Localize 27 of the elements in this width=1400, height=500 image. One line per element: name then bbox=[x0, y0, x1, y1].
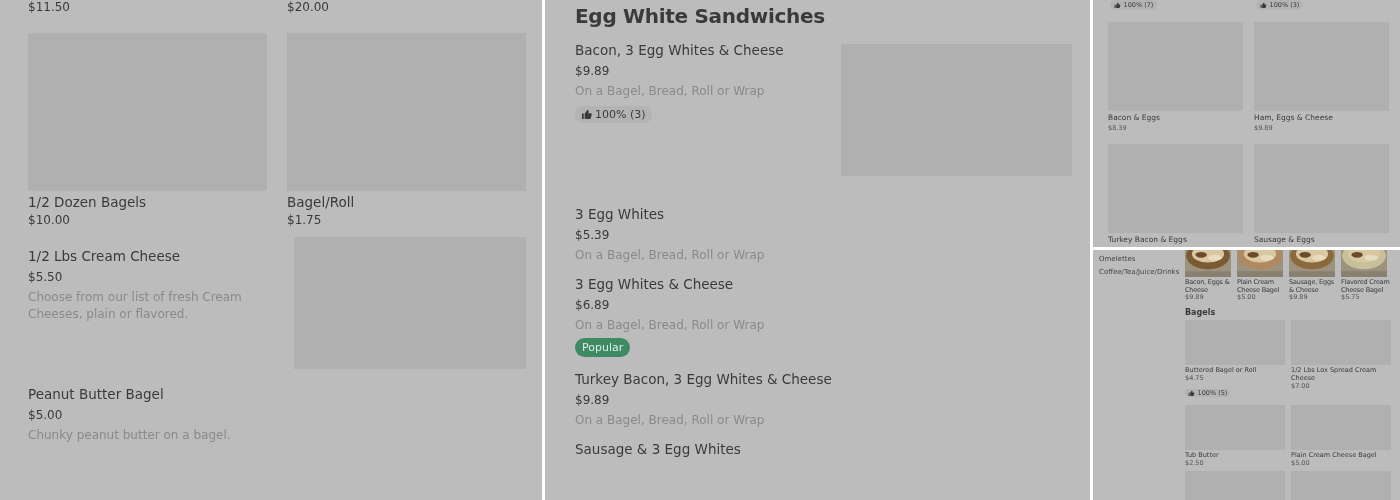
item-price: $5.00 bbox=[28, 408, 64, 422]
item-price: $6.89 bbox=[575, 298, 611, 312]
item-name: 1/2 Dozen Bagels bbox=[28, 194, 148, 210]
thumbs-up-icon bbox=[581, 109, 592, 120]
section-heading: Bagels bbox=[1185, 307, 1217, 317]
popular-badge: Popular bbox=[575, 338, 631, 357]
item-name: Turkey Bacon, 3 Egg Whites & Cheese bbox=[575, 371, 832, 387]
item-name: Bacon, 3 Egg Whites & Cheese bbox=[575, 42, 784, 58]
thumbs-up-icon bbox=[1260, 1, 1267, 9]
item-price: $5.50 bbox=[28, 270, 64, 284]
item-name: Bagel/Roll bbox=[287, 194, 356, 210]
item-name: 3 Egg Whites bbox=[575, 206, 666, 222]
item-price: $10.00 bbox=[28, 213, 71, 227]
item-name: Sausage & 3 Egg Whites bbox=[575, 441, 741, 457]
item-price: $9.89 bbox=[575, 64, 611, 78]
item-price: $5.39 bbox=[575, 228, 611, 242]
rating-badge: 100% (3) bbox=[575, 106, 652, 123]
item-price: $1.75 bbox=[287, 213, 323, 227]
item-name: 3 Egg Whites & Cheese bbox=[575, 276, 735, 292]
item-price: $20.00 bbox=[287, 0, 330, 14]
thumbs-up-icon bbox=[1188, 390, 1195, 397]
item-name: Peanut Butter Bagel bbox=[28, 386, 165, 402]
item-price: $9.89 bbox=[575, 393, 611, 407]
section-heading: Egg White Sandwiches bbox=[575, 4, 826, 28]
item-price: $11.50 bbox=[28, 0, 71, 14]
thumbs-up-icon bbox=[1114, 1, 1121, 9]
item-name: 1/2 Lbs Cream Cheese bbox=[28, 248, 182, 264]
